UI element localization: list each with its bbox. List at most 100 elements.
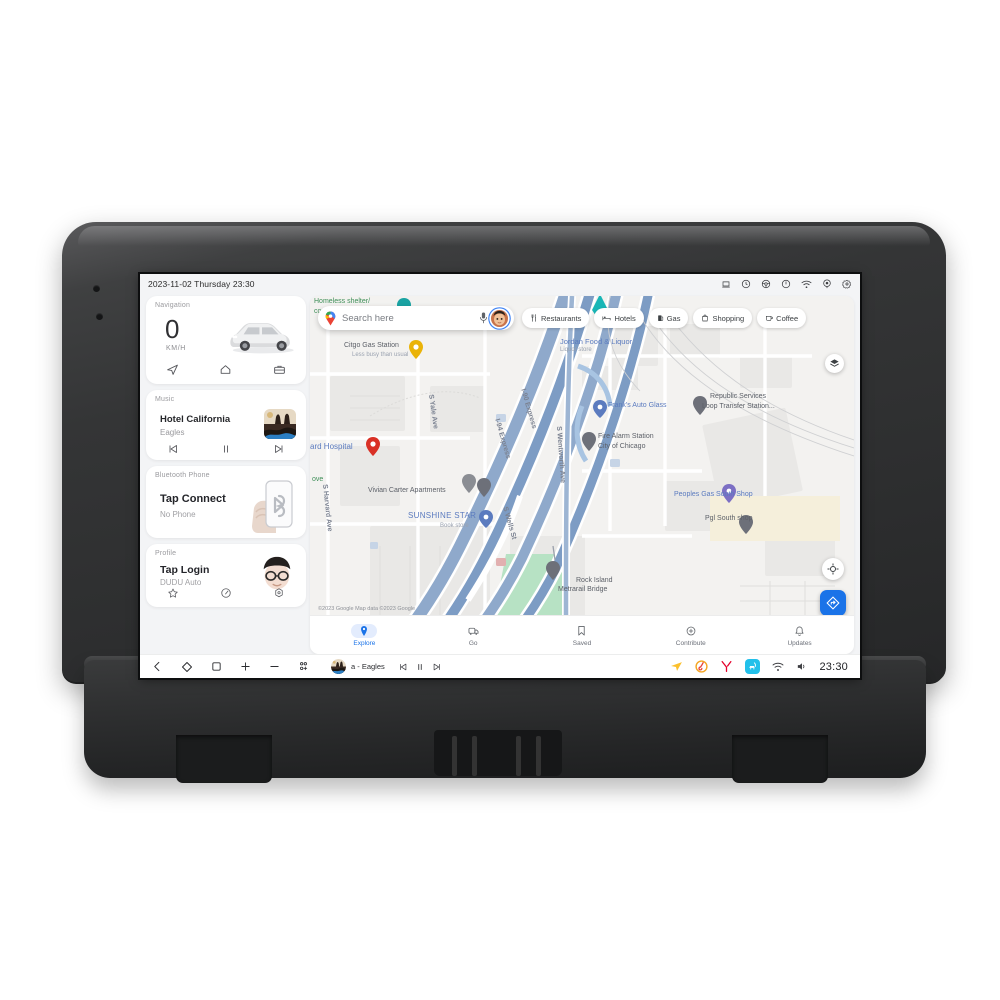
map-panel[interactable]: S Yale Ave I-90 Express I-94 Express S W… bbox=[310, 296, 854, 654]
home-icon[interactable] bbox=[219, 363, 232, 376]
nav-icon-wrap bbox=[787, 624, 813, 638]
previous-icon[interactable] bbox=[167, 443, 179, 455]
map-category-chips: Restaurants Hotels Gas Shopping Coffee bbox=[522, 308, 807, 328]
back-icon[interactable] bbox=[152, 661, 163, 672]
settings-gear-icon[interactable] bbox=[842, 279, 852, 289]
map-search-bar[interactable]: Search here bbox=[318, 306, 514, 330]
steering-wheel-icon[interactable] bbox=[761, 279, 771, 289]
history-icon[interactable] bbox=[741, 279, 751, 289]
wifi-icon[interactable] bbox=[801, 280, 812, 289]
map-nav-explore[interactable]: Explore bbox=[310, 623, 419, 647]
navigate-arrow-icon[interactable] bbox=[166, 363, 179, 376]
next-icon[interactable] bbox=[432, 662, 442, 672]
now-playing-controls bbox=[398, 662, 442, 672]
map-nav-label: Contribute bbox=[675, 639, 706, 647]
mount-bracket-right bbox=[732, 735, 828, 783]
restaurant-icon bbox=[531, 314, 536, 322]
wiring-connector bbox=[434, 730, 562, 776]
directions-icon bbox=[826, 596, 840, 610]
chip-label: Hotels bbox=[614, 313, 636, 323]
chip-shopping[interactable]: Shopping bbox=[693, 308, 753, 328]
speed-value: 0 bbox=[165, 314, 180, 344]
map-nav-updates[interactable]: Updates bbox=[745, 624, 854, 647]
chip-label: Restaurants bbox=[541, 313, 582, 323]
music-track-title: Hotel California bbox=[160, 414, 231, 425]
bluetooth-action-label: Tap Connect bbox=[160, 493, 226, 505]
speedometer-icon[interactable] bbox=[220, 587, 232, 599]
map-attribution: ©2023 Google Map data ©2023 Google bbox=[318, 606, 416, 612]
map-search-placeholder[interactable]: Search here bbox=[342, 313, 479, 324]
profile-action-label: Tap Login bbox=[160, 564, 210, 576]
taskbar-left-icons bbox=[152, 661, 309, 673]
mount-bracket-left bbox=[176, 735, 272, 783]
user-avatar[interactable] bbox=[491, 309, 508, 327]
settings-icon[interactable] bbox=[273, 587, 285, 599]
music-card[interactable]: Music Hotel California Eagles bbox=[146, 390, 306, 460]
album-art bbox=[264, 409, 296, 439]
nav-icon-wrap bbox=[569, 624, 595, 638]
map-nav-label: Explore bbox=[353, 639, 376, 647]
yandex-icon[interactable] bbox=[720, 660, 733, 673]
microphone-icon[interactable] bbox=[479, 312, 488, 324]
system-taskbar: a - Eagles 23:30 bbox=[140, 654, 860, 678]
chip-gas[interactable]: Gas bbox=[648, 308, 689, 328]
wifi-icon[interactable] bbox=[772, 662, 784, 672]
navigation-arrow-icon[interactable] bbox=[670, 660, 683, 673]
map-locate-button[interactable] bbox=[822, 558, 844, 580]
warning-icon[interactable] bbox=[781, 279, 791, 289]
volume-up-icon[interactable] bbox=[240, 661, 251, 672]
car-app-icon[interactable] bbox=[745, 659, 761, 674]
map-nav-go[interactable]: Go bbox=[419, 624, 528, 647]
briefcase-icon[interactable] bbox=[273, 363, 286, 376]
bell-icon bbox=[795, 626, 804, 636]
status-icon-group bbox=[721, 279, 852, 289]
go-commute-icon bbox=[468, 627, 479, 635]
music-app-icon[interactable] bbox=[695, 660, 709, 673]
chip-hotels[interactable]: Hotels bbox=[594, 308, 644, 328]
profile-card[interactable]: Profile Tap Login DUDU Auto bbox=[146, 544, 306, 607]
map-nav-label: Saved bbox=[572, 639, 592, 647]
previous-icon[interactable] bbox=[398, 662, 408, 672]
map-canvas[interactable] bbox=[310, 296, 854, 654]
navigation-card-title: Navigation bbox=[155, 302, 191, 309]
chip-label: Coffee bbox=[776, 313, 799, 323]
map-layers-button[interactable] bbox=[825, 354, 844, 373]
profile-account-name: DUDU Auto bbox=[160, 578, 202, 587]
taskbar-now-playing[interactable]: a - Eagles bbox=[331, 659, 442, 674]
music-controls bbox=[146, 443, 306, 455]
taskbar-clock: 23:30 bbox=[819, 660, 848, 673]
navigation-card[interactable]: Navigation 0 KM/H bbox=[146, 296, 306, 384]
map-nav-label: Go bbox=[468, 639, 478, 647]
volume-icon[interactable] bbox=[796, 661, 807, 672]
laptop-icon[interactable] bbox=[721, 280, 731, 289]
bluetooth-phone-card[interactable]: Bluetooth Phone Tap Connect No Phone bbox=[146, 466, 306, 538]
status-bar: 2023-11-02 Thursday 23:30 bbox=[140, 274, 860, 294]
now-playing-album-art bbox=[331, 659, 346, 674]
music-artist: Eagles bbox=[160, 428, 185, 437]
nav-icon-wrap bbox=[460, 624, 486, 638]
volume-down-icon[interactable] bbox=[269, 661, 280, 672]
map-directions-button[interactable] bbox=[820, 590, 846, 616]
pause-icon[interactable] bbox=[220, 443, 232, 455]
pause-icon[interactable] bbox=[415, 662, 425, 672]
home-diamond-icon[interactable] bbox=[181, 661, 193, 673]
map-nav-contribute[interactable]: Contribute bbox=[636, 624, 745, 647]
head-unit-device: 2023-11-02 Thursday 23:30 Navigation 0 K… bbox=[0, 0, 1000, 1000]
chip-restaurants[interactable]: Restaurants bbox=[522, 308, 590, 328]
google-maps-pin-icon bbox=[325, 311, 336, 325]
star-icon[interactable] bbox=[167, 587, 179, 599]
split-screen-icon[interactable] bbox=[298, 661, 309, 672]
layers-icon bbox=[830, 359, 839, 367]
contribute-plus-icon bbox=[686, 626, 696, 635]
mic-hole-icon bbox=[93, 285, 100, 292]
profile-actions bbox=[146, 587, 306, 599]
mic-hole-icon bbox=[96, 313, 103, 320]
map-nav-saved[interactable]: Saved bbox=[528, 624, 637, 647]
hotel-icon bbox=[602, 316, 611, 321]
chip-coffee[interactable]: Coffee bbox=[757, 308, 807, 328]
next-icon[interactable] bbox=[273, 443, 285, 455]
recents-square-icon[interactable] bbox=[211, 661, 222, 672]
location-icon[interactable] bbox=[822, 279, 832, 289]
coffee-icon bbox=[766, 316, 774, 321]
touchscreen[interactable]: 2023-11-02 Thursday 23:30 Navigation 0 K… bbox=[140, 274, 860, 678]
